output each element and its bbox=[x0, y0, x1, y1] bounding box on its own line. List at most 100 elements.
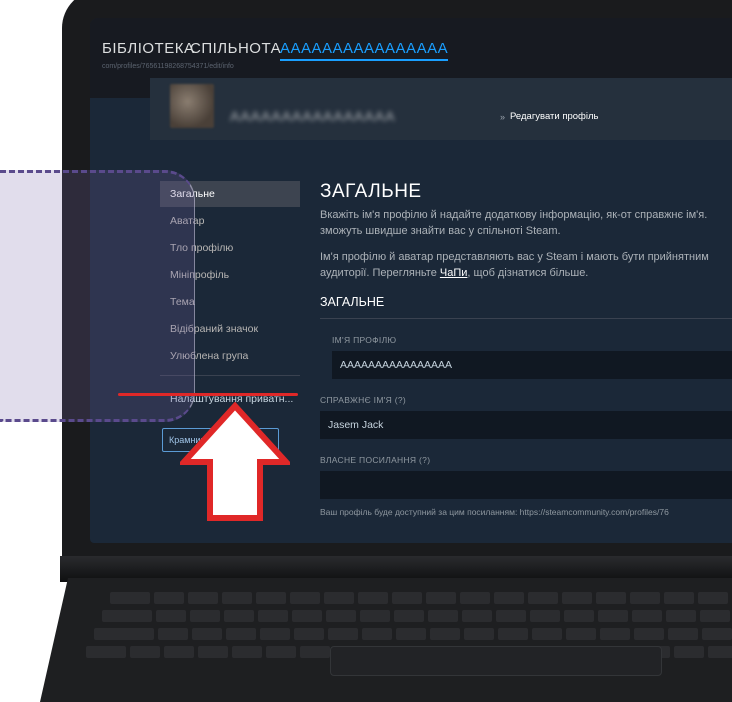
breadcrumb-separator: » bbox=[500, 112, 506, 122]
red-underline-highlight bbox=[118, 393, 298, 396]
section-heading: ЗАГАЛЬНЕ bbox=[320, 295, 732, 319]
custom-url-note: Ваш профіль буде доступний за цим посила… bbox=[320, 507, 669, 517]
key bbox=[596, 592, 626, 604]
real-name-section: СПРАВЖНЄ ІМ'Я (?) Jasem Jack ВЛАСНЕ ПОСИ… bbox=[320, 395, 732, 517]
key bbox=[226, 628, 256, 640]
key bbox=[256, 592, 286, 604]
key bbox=[566, 628, 596, 640]
key bbox=[700, 610, 730, 622]
key bbox=[260, 628, 290, 640]
profile-username[interactable]: АААААААААААААААА bbox=[230, 108, 395, 124]
key bbox=[464, 628, 494, 640]
key bbox=[664, 592, 694, 604]
key bbox=[498, 628, 528, 640]
key bbox=[188, 592, 218, 604]
key bbox=[430, 628, 460, 640]
key bbox=[224, 610, 254, 622]
nav-library[interactable]: БІБЛІОТЕКА bbox=[102, 40, 194, 57]
keyboard-row-1 bbox=[110, 592, 732, 604]
key bbox=[392, 592, 422, 604]
keyboard-row-2 bbox=[102, 610, 732, 622]
key bbox=[164, 646, 194, 658]
custom-url-input[interactable] bbox=[320, 471, 732, 499]
description-2-text-b: , щоб дізнатися більше. bbox=[467, 267, 589, 279]
key bbox=[130, 646, 160, 658]
description-2-text-a: аудиторії. Перегляньте bbox=[320, 267, 440, 279]
key bbox=[110, 592, 150, 604]
key bbox=[156, 610, 186, 622]
key bbox=[496, 610, 526, 622]
faq-link[interactable]: ЧаПи bbox=[440, 267, 468, 279]
description-1: Вкажіть ім'я профілю й надайте додаткову… bbox=[320, 207, 732, 239]
key bbox=[154, 592, 184, 604]
key bbox=[232, 646, 262, 658]
key bbox=[294, 628, 324, 640]
description-2-line-1: Ім'я профілю й аватар представляють вас … bbox=[320, 251, 709, 263]
profile-name-label: ІМ'Я ПРОФІЛЮ bbox=[332, 335, 397, 345]
real-name-input[interactable]: Jasem Jack bbox=[320, 411, 732, 439]
key bbox=[266, 646, 296, 658]
key bbox=[674, 646, 704, 658]
keyboard-row-3 bbox=[94, 628, 732, 640]
key bbox=[494, 592, 524, 604]
real-name-label: СПРАВЖНЄ ІМ'Я (?) bbox=[320, 395, 407, 405]
highlight-overlay bbox=[0, 170, 195, 422]
laptop-trackpad bbox=[330, 646, 662, 676]
key bbox=[258, 610, 288, 622]
key bbox=[290, 592, 320, 604]
key bbox=[396, 628, 426, 640]
key bbox=[630, 592, 660, 604]
description-2: Ім'я профілю й аватар представляють вас … bbox=[320, 249, 732, 281]
key bbox=[328, 628, 358, 640]
key bbox=[564, 610, 594, 622]
key bbox=[326, 610, 356, 622]
key bbox=[222, 592, 252, 604]
laptop-keyboard bbox=[40, 578, 732, 702]
key bbox=[394, 610, 424, 622]
profile-header: АААААААААААААААА » Редагувати профіль bbox=[150, 78, 732, 140]
custom-url-label: ВЛАСНЕ ПОСИЛАННЯ (?) bbox=[320, 455, 431, 465]
key bbox=[94, 628, 154, 640]
key bbox=[598, 610, 628, 622]
key bbox=[300, 646, 330, 658]
key bbox=[362, 628, 392, 640]
key bbox=[708, 646, 732, 658]
key bbox=[360, 610, 390, 622]
key bbox=[460, 592, 490, 604]
description-1-line-1: Вкажіть ім'я профілю й надайте додаткову… bbox=[320, 209, 708, 221]
up-arrow-icon bbox=[180, 402, 290, 521]
general-settings-panel: ЗАГАЛЬНЕ Вкажіть ім'я профілю й надайте … bbox=[320, 181, 732, 517]
key bbox=[190, 610, 220, 622]
key bbox=[562, 592, 592, 604]
key bbox=[86, 646, 126, 658]
key bbox=[192, 628, 222, 640]
key bbox=[198, 646, 228, 658]
key bbox=[324, 592, 354, 604]
description-1-line-2: зможуть швидше знайти вас у спільноті St… bbox=[320, 225, 561, 237]
key bbox=[428, 610, 458, 622]
key bbox=[634, 628, 664, 640]
description-2-line-2: аудиторії. Перегляньте ЧаПи, щоб дізнати… bbox=[320, 265, 732, 281]
nav-community[interactable]: СПІЛЬНОТА bbox=[190, 40, 281, 57]
key bbox=[702, 628, 732, 640]
key bbox=[158, 628, 188, 640]
key bbox=[528, 592, 558, 604]
key bbox=[358, 592, 388, 604]
key bbox=[666, 610, 696, 622]
key bbox=[698, 592, 728, 604]
nav-username[interactable]: АААААААААААААААА bbox=[280, 40, 449, 61]
avatar[interactable] bbox=[170, 84, 214, 128]
profile-name-section: ІМ'Я ПРОФІЛЮ АААААААААААААААА bbox=[332, 335, 732, 379]
key bbox=[632, 610, 662, 622]
page-title: ЗАГАЛЬНЕ bbox=[320, 181, 422, 202]
key bbox=[426, 592, 456, 604]
key bbox=[462, 610, 492, 622]
url-text: com/profiles/76561198268754371/edit/info bbox=[102, 63, 234, 70]
key bbox=[530, 610, 560, 622]
profile-name-input[interactable]: АААААААААААААААА bbox=[332, 351, 732, 379]
key bbox=[668, 628, 698, 640]
key bbox=[102, 610, 152, 622]
key bbox=[600, 628, 630, 640]
breadcrumb-page-title: Редагувати профіль bbox=[510, 111, 599, 122]
key bbox=[292, 610, 322, 622]
